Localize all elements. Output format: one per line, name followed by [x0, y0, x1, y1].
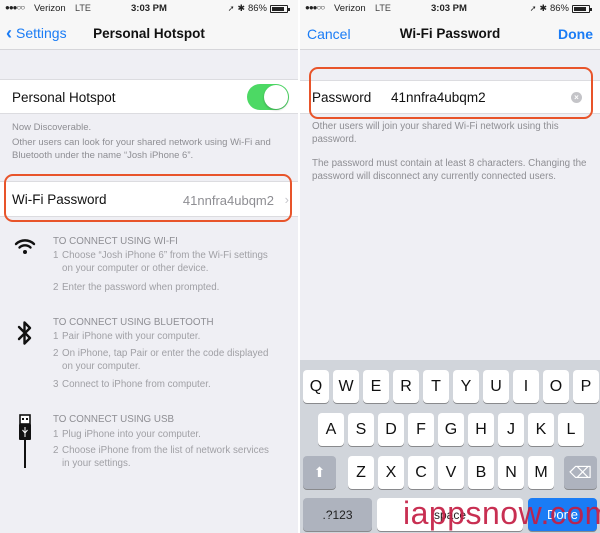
key-i[interactable]: I — [513, 370, 539, 403]
keyboard-row-1: QWERTYUIOP — [300, 370, 600, 403]
battery-fill — [272, 6, 285, 11]
bluetooth-status-icon: ✱ — [539, 3, 547, 13]
discoverable-description: Other users can look for your shared net… — [12, 137, 271, 161]
page-title: Personal Hotspot — [93, 26, 205, 41]
wifi-password-row[interactable]: Wi-Fi Password 41nnfra4ubqm2 › — [0, 181, 298, 217]
battery-fill — [574, 6, 587, 11]
key-f[interactable]: F — [408, 413, 434, 446]
personal-hotspot-row: Personal Hotspot — [0, 79, 298, 114]
personal-hotspot-label: Personal Hotspot — [12, 90, 116, 105]
key-r[interactable]: R — [393, 370, 419, 403]
delete-icon: ⌫ — [569, 464, 592, 482]
key-v[interactable]: V — [438, 456, 464, 489]
step-item-cont: on your computer. — [62, 361, 141, 372]
key-j[interactable]: J — [498, 413, 524, 446]
key-c[interactable]: C — [408, 456, 434, 489]
location-icon: ➚ — [227, 4, 235, 13]
location-icon: ➚ — [529, 4, 537, 13]
step-item: 2 On iPhone, tap Pair or enter the code d… — [53, 348, 269, 359]
signal-strength: ●●●○○ — [305, 3, 325, 12]
shift-icon: ⬆ — [313, 464, 326, 480]
password-requirements: The password must contain at least 8 cha… — [312, 158, 587, 182]
battery-icon — [572, 4, 592, 13]
numbers-key[interactable]: .?123 — [303, 498, 372, 531]
key-t[interactable]: T — [423, 370, 449, 403]
wifi-icon — [12, 237, 38, 255]
battery-icon — [270, 4, 290, 13]
space-key[interactable]: space — [377, 498, 523, 531]
password-row: Password × — [300, 80, 600, 114]
carrier-name: Verizon — [34, 3, 66, 14]
personal-hotspot-toggle[interactable] — [247, 84, 289, 110]
toggle-knob — [264, 85, 288, 109]
signal-strength: ●●●○○ — [5, 3, 25, 12]
status-right: ➚ ✱ 86% — [227, 3, 290, 14]
wifi-password-label: Wi-Fi Password — [12, 192, 107, 207]
step-item: 2 Enter the password when prompted. — [53, 282, 220, 293]
section-heading: TO CONNECT USING WI-FI — [53, 236, 178, 247]
keyboard: QWERTYUIOP ASDFGHJKL ⬆ ⌫ ZXCVBNM .?123 s… — [300, 360, 600, 533]
step-item: 1 Choose “Josh iPhone 6” from the Wi-Fi s… — [53, 250, 268, 261]
key-q[interactable]: Q — [303, 370, 329, 403]
key-z[interactable]: Z — [348, 456, 374, 489]
bluetooth-icon — [12, 320, 38, 346]
clock: 3:03 PM — [431, 3, 467, 14]
key-m[interactable]: M — [528, 456, 554, 489]
password-input[interactable] — [391, 90, 561, 105]
step-item: 3 Connect to iPhone from computer. — [53, 379, 211, 390]
battery-percent: 86% — [549, 3, 569, 14]
key-n[interactable]: N — [498, 456, 524, 489]
done-button[interactable]: Done — [558, 26, 593, 42]
key-u[interactable]: U — [483, 370, 509, 403]
key-w[interactable]: W — [333, 370, 359, 403]
battery-percent: 86% — [247, 3, 267, 14]
step-item: 1 Pair iPhone with your computer. — [53, 331, 201, 342]
step-item-cont: in your settings. — [62, 458, 131, 469]
keyboard-row-4: .?123 space Done — [300, 498, 600, 531]
key-g[interactable]: G — [438, 413, 464, 446]
page-title: Wi-Fi Password — [399, 26, 501, 41]
network-type: LTE — [375, 3, 391, 13]
key-o[interactable]: O — [543, 370, 569, 403]
step-item: 2 Choose iPhone from the list of network … — [53, 445, 269, 456]
status-bar: ●●●○○ Verizon LTE 3:03 PM ➚ ✱ 86% — [0, 0, 298, 18]
key-s[interactable]: S — [348, 413, 374, 446]
clear-text-icon[interactable]: × — [571, 92, 582, 103]
discoverable-status: Now Discoverable. — [12, 122, 92, 133]
key-h[interactable]: H — [468, 413, 494, 446]
section-heading: TO CONNECT USING USB — [53, 414, 175, 425]
key-k[interactable]: K — [528, 413, 554, 446]
keyboard-row-3: ⬆ ⌫ ZXCVBNM — [300, 456, 600, 489]
wifi-password-value: 41nnfra4ubqm2 — [182, 193, 274, 208]
key-y[interactable]: Y — [453, 370, 479, 403]
step-item-cont: on your computer or other device. — [62, 263, 209, 274]
delete-key[interactable]: ⌫ — [564, 456, 597, 489]
status-right: ➚ ✱ 86% — [529, 3, 592, 14]
return-done-key[interactable]: Done — [528, 498, 597, 531]
keyboard-row-2: ASDFGHJKL — [300, 413, 600, 446]
key-a[interactable]: A — [318, 413, 344, 446]
key-b[interactable]: B — [468, 456, 494, 489]
carrier-name: Verizon — [334, 3, 366, 14]
section-heading: TO CONNECT USING BLUETOOTH — [53, 317, 214, 328]
wifi-password-screen: ●●●○○ Verizon LTE 3:03 PM ➚ ✱ 86% Cancel… — [300, 0, 600, 533]
shift-key[interactable]: ⬆ — [303, 456, 336, 489]
nav-bar: Cancel Wi-Fi Password Done — [300, 18, 600, 50]
bluetooth-status-icon: ✱ — [237, 3, 245, 13]
nav-bar: ‹ Settings Personal Hotspot — [0, 18, 298, 50]
key-l[interactable]: L — [558, 413, 584, 446]
chevron-right-icon: › — [284, 192, 289, 207]
status-bar: ●●●○○ Verizon LTE 3:03 PM ➚ ✱ 86% — [300, 0, 600, 18]
password-label: Password — [312, 90, 372, 105]
key-e[interactable]: E — [363, 370, 389, 403]
personal-hotspot-screen: ●●●○○ Verizon LTE 3:03 PM ➚ ✱ 86% ‹ Sett… — [0, 0, 298, 533]
key-p[interactable]: P — [573, 370, 599, 403]
usb-icon — [12, 414, 38, 470]
key-d[interactable]: D — [378, 413, 404, 446]
password-note: Other users will join your shared Wi-Fi … — [312, 121, 559, 145]
network-type: LTE — [75, 3, 91, 13]
key-x[interactable]: X — [378, 456, 404, 489]
clock: 3:03 PM — [131, 3, 167, 14]
step-item: 1 Plug iPhone into your computer. — [53, 429, 201, 440]
